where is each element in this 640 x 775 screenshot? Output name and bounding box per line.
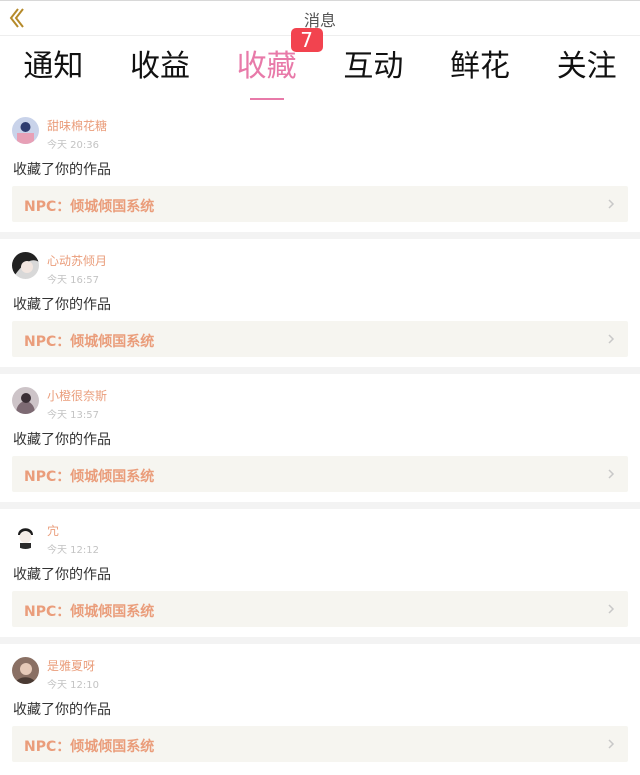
work-link[interactable]: NPC：倾城倾国系统 (12, 321, 628, 357)
action-text: 收藏了你的作品 (13, 162, 111, 178)
timestamp: 今天 16:57 (47, 275, 99, 286)
work-link[interactable]: NPC：倾城倾国系统 (12, 726, 628, 762)
tab-bar: 通知 收益 收藏 7 互动 鲜花 关注 (0, 28, 640, 104)
chevron-right-icon (608, 469, 615, 479)
user-avatar-icon (12, 387, 39, 414)
avatar[interactable] (12, 252, 39, 279)
timestamp: 今天 13:57 (47, 410, 99, 421)
work-title: NPC：倾城倾国系统 (24, 604, 155, 620)
action-text: 收藏了你的作品 (13, 297, 111, 313)
action-text: 收藏了你的作品 (13, 432, 111, 448)
work-link[interactable]: NPC：倾城倾国系统 (12, 186, 628, 222)
avatar[interactable] (12, 522, 39, 549)
timestamp: 今天 12:12 (47, 545, 99, 556)
list-item: 是雅夏呀 今天 12:10 收藏了你的作品 NPC：倾城倾国系统 (0, 644, 640, 772)
chevron-right-icon (608, 604, 615, 614)
chevron-right-icon (608, 199, 615, 209)
work-link[interactable]: NPC：倾城倾国系统 (12, 591, 628, 627)
user-avatar-icon (12, 252, 39, 279)
timestamp: 今天 20:36 (47, 140, 99, 151)
action-text: 收藏了你的作品 (13, 567, 111, 583)
tab-favorites[interactable]: 收藏 7 (213, 28, 323, 104)
user-name[interactable]: 小橙很奈斯 (47, 387, 107, 404)
avatar[interactable] (12, 657, 39, 684)
work-title: NPC：倾城倾国系统 (24, 469, 155, 485)
list-item: 宂 今天 12:12 收藏了你的作品 NPC：倾城倾国系统 (0, 509, 640, 644)
page-title: 消息 (303, 11, 336, 30)
active-tab-indicator (249, 98, 284, 100)
user-name[interactable]: 甜味棉花糖 (47, 117, 107, 134)
tab-follows[interactable]: 关注 (533, 36, 640, 104)
user-avatar-icon (12, 657, 39, 684)
chevron-right-icon (608, 739, 615, 749)
work-title: NPC：倾城倾国系统 (24, 199, 155, 215)
avatar[interactable] (12, 117, 39, 144)
list-item: 心动苏倾月 今天 16:57 收藏了你的作品 NPC：倾城倾国系统 (0, 239, 640, 374)
avatar[interactable] (12, 387, 39, 414)
tab-label: 互动 (343, 49, 404, 84)
tab-label: 通知 (23, 49, 84, 84)
tab-label: 关注 (556, 49, 617, 84)
list-item: 甜味棉花糖 今天 20:36 收藏了你的作品 NPC：倾城倾国系统 (0, 104, 640, 239)
work-title: NPC：倾城倾国系统 (24, 739, 155, 755)
tab-flowers[interactable]: 鲜花 (427, 36, 534, 104)
action-text: 收藏了你的作品 (13, 702, 111, 718)
message-list: 甜味棉花糖 今天 20:36 收藏了你的作品 NPC：倾城倾国系统 心动苏倾月 … (0, 104, 640, 772)
work-link[interactable]: NPC：倾城倾国系统 (12, 456, 628, 492)
user-name[interactable]: 宂 (47, 522, 59, 539)
user-name[interactable]: 心动苏倾月 (47, 252, 107, 269)
user-avatar-icon (12, 522, 39, 549)
user-name[interactable]: 是雅夏呀 (47, 657, 95, 674)
tab-label: 鲜花 (450, 49, 511, 84)
tab-label: 收益 (130, 49, 190, 84)
timestamp: 今天 12:10 (47, 680, 99, 691)
chevron-right-icon (608, 334, 615, 344)
tab-interactions[interactable]: 互动 (320, 36, 427, 104)
tab-earnings[interactable]: 收益 (107, 36, 214, 104)
tab-label: 收藏 (236, 49, 297, 84)
user-avatar-icon (12, 117, 39, 144)
work-title: NPC：倾城倾国系统 (24, 334, 155, 350)
unread-count-badge: 7 (290, 28, 323, 52)
tab-notifications[interactable]: 通知 (0, 36, 107, 104)
list-item: 小橙很奈斯 今天 13:57 收藏了你的作品 NPC：倾城倾国系统 (0, 374, 640, 509)
